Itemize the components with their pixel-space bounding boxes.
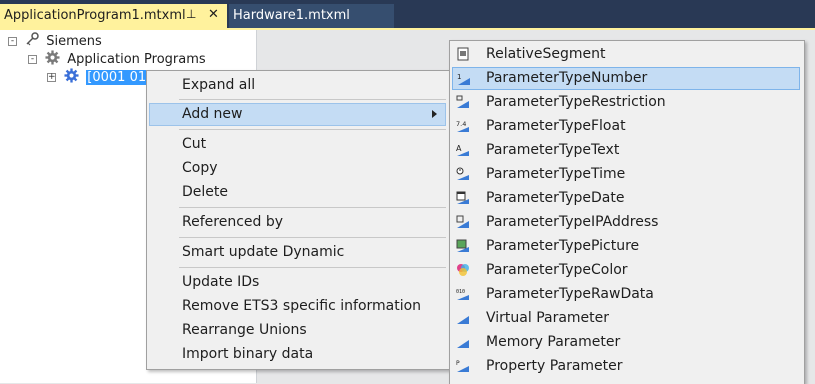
menu-item-add-new[interactable]: Add new: [149, 103, 446, 126]
tab-label: Hardware1.mtxml: [233, 8, 350, 23]
submenu-item-label: ParameterTypePicture: [486, 238, 640, 254]
submenu-item-label: ParameterTypeNumber: [486, 70, 648, 86]
menu-separator: [179, 207, 446, 208]
submenu-item-parameter-type-time[interactable]: ParameterTypeTime: [452, 163, 800, 186]
submenu-item-parameter-type-raw-data[interactable]: 010 ParameterTypeRawData: [452, 283, 800, 306]
submenu-item-parameter-type-ip-address[interactable]: ParameterTypeIPAddress: [452, 211, 800, 234]
picture-type-icon: [456, 239, 469, 252]
date-type-icon: [456, 191, 469, 204]
submenu-item-label: ParameterTypeColor: [486, 262, 628, 278]
submenu-item-label: ParameterTypeRawData: [486, 286, 654, 302]
add-new-submenu: RelativeSegment 1 ParameterTypeNumber Pa…: [449, 40, 805, 384]
menu-separator: [179, 129, 446, 130]
text-type-icon: A: [456, 144, 469, 156]
segment-icon: [457, 47, 469, 61]
submenu-item-label: ParameterTypeText: [486, 142, 620, 158]
tree-node-application-programs[interactable]: - Application Programs: [28, 50, 206, 68]
expand-toggle[interactable]: +: [47, 73, 56, 82]
submenu-arrow-icon: [432, 110, 437, 118]
number-type-icon: 1: [457, 73, 470, 85]
pin-icon[interactable]: ⊥: [186, 7, 196, 21]
context-menu: Expand all Add new Cut Copy Delete Refer…: [146, 70, 451, 370]
submenu-item-parameter-type-date[interactable]: ParameterTypeDate: [452, 187, 800, 210]
svg-text:010: 010: [456, 289, 465, 295]
submenu-item-label: ParameterTypeIPAddress: [486, 214, 659, 230]
submenu-item-parameter-type-number[interactable]: 1 ParameterTypeNumber: [452, 67, 800, 90]
rawdata-type-icon: 010: [456, 289, 469, 300]
submenu-item-label: Virtual Parameter: [486, 310, 610, 326]
menu-item-smart-update[interactable]: Smart update Dynamic: [149, 241, 446, 264]
svg-text:P: P: [456, 360, 460, 367]
menu-item-import-binary[interactable]: Import binary data: [149, 343, 446, 366]
submenu-item-label: Property Parameter: [486, 358, 623, 374]
submenu-item-label: RelativeSegment: [486, 46, 606, 62]
time-type-icon: [456, 167, 469, 180]
collapse-toggle[interactable]: -: [8, 36, 17, 46]
svg-text:A: A: [456, 144, 462, 153]
gear-icon: [45, 50, 60, 69]
submenu-item-parameter-type-text[interactable]: A ParameterTypeText: [452, 139, 800, 162]
menu-separator: [179, 267, 446, 268]
menu-item-copy[interactable]: Copy: [149, 157, 446, 180]
submenu-item-parameter-type-picture[interactable]: ParameterTypePicture: [452, 235, 800, 258]
submenu-item-label: ParameterTypeFloat: [486, 118, 626, 134]
menu-item-remove-ets3[interactable]: Remove ETS3 specific information: [149, 295, 446, 318]
menu-item-cut[interactable]: Cut: [149, 133, 446, 156]
tree-node-siemens[interactable]: - Siemens: [8, 32, 102, 50]
submenu-item-label: ParameterTypeRestriction: [486, 94, 666, 110]
submenu-item-label: ParameterTypeDate: [486, 190, 625, 206]
menu-item-referenced-by[interactable]: Referenced by: [149, 211, 446, 234]
tree-node-label: Application Programs: [67, 52, 206, 67]
blue-gear-icon: [64, 68, 79, 87]
svg-text:1: 1: [457, 73, 461, 81]
virtual-parameter-icon: [457, 316, 469, 324]
collapse-toggle[interactable]: -: [28, 55, 37, 64]
menu-item-delete[interactable]: Delete: [149, 181, 446, 204]
submenu-item-label: Memory Parameter: [486, 334, 621, 350]
property-parameter-icon: P: [456, 360, 469, 372]
tab-label: ApplicationProgram1.mtxml: [4, 8, 186, 23]
menu-item-label: Add new: [182, 106, 243, 122]
tab-application-program[interactable]: ApplicationProgram1.mtxml ⊥ ✕: [0, 4, 227, 28]
submenu-item-virtual-parameter[interactable]: Virtual Parameter: [452, 307, 800, 330]
color-type-icon: [457, 264, 469, 276]
submenu-item-parameter-type-float[interactable]: 7.4 ParameterTypeFloat: [452, 115, 800, 138]
submenu-item-label: ParameterTypeTime: [486, 166, 626, 182]
tree-node-label: Siemens: [46, 33, 102, 49]
close-icon[interactable]: ✕: [208, 7, 219, 22]
menu-item-expand-all[interactable]: Expand all: [149, 74, 446, 97]
document-tab-strip: ApplicationProgram1.mtxml ⊥ ✕ Hardware1.…: [0, 0, 815, 28]
menu-separator: [179, 237, 446, 238]
svg-text:7.4: 7.4: [456, 120, 466, 128]
float-type-icon: 7.4: [456, 120, 469, 132]
key-icon: [25, 32, 39, 50]
submenu-item-parameter-type-color[interactable]: ParameterTypeColor: [452, 259, 800, 282]
menu-item-rearrange-unions[interactable]: Rearrange Unions: [149, 319, 446, 342]
submenu-item-property-parameter[interactable]: P Property Parameter: [452, 355, 800, 378]
menu-item-update-ids[interactable]: Update IDs: [149, 271, 446, 294]
ip-type-icon: [456, 215, 469, 228]
submenu-item-parameter-type-restriction[interactable]: ParameterTypeRestriction: [452, 91, 800, 114]
tab-hardware[interactable]: Hardware1.mtxml: [229, 4, 394, 28]
menu-separator: [179, 99, 446, 100]
submenu-item-memory-parameter[interactable]: Memory Parameter: [452, 331, 800, 354]
restriction-type-icon: [456, 95, 469, 108]
submenu-item-relative-segment[interactable]: RelativeSegment: [452, 43, 800, 66]
memory-parameter-icon: [457, 340, 469, 348]
